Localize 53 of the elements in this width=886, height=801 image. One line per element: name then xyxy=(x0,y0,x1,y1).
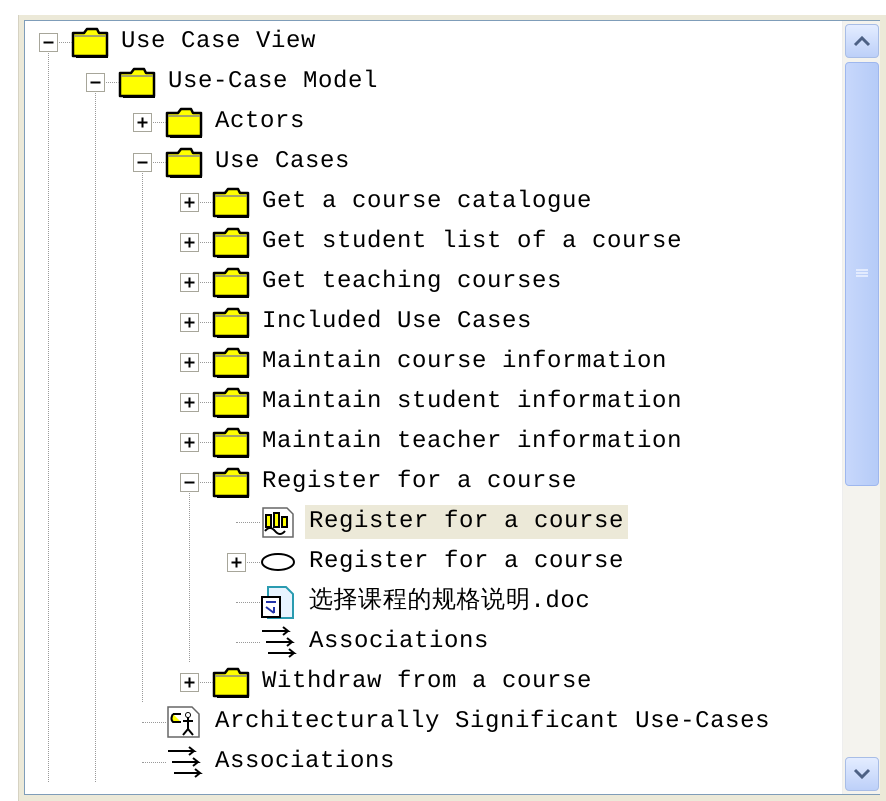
tree-item[interactable]: Actors xyxy=(211,105,310,139)
folder-icon xyxy=(70,25,110,59)
expand-icon[interactable] xyxy=(180,312,199,332)
tree-item[interactable]: Get teaching courses xyxy=(258,265,566,299)
chevron-down-icon xyxy=(852,768,870,780)
expand-icon[interactable] xyxy=(180,432,199,452)
scroll-thumb[interactable] xyxy=(844,62,878,486)
collapse-icon[interactable] xyxy=(180,472,199,492)
folder-icon xyxy=(211,385,251,419)
tree-item[interactable]: Included Use Cases xyxy=(258,305,536,339)
expand-icon[interactable] xyxy=(180,232,199,252)
scroll-down-button[interactable] xyxy=(844,757,878,791)
tree-item[interactable]: Get a course catalogue xyxy=(258,185,596,219)
tree-item[interactable]: Register for a course xyxy=(258,465,582,499)
scroll-up-button[interactable] xyxy=(844,24,878,58)
tree-item[interactable]: 选择课程的规格说明.doc xyxy=(305,585,594,619)
collapse-icon[interactable] xyxy=(86,72,105,92)
folder-icon xyxy=(211,265,251,299)
folder-icon xyxy=(211,225,251,259)
folder-icon xyxy=(211,345,251,379)
chevron-up-icon xyxy=(852,35,870,47)
tree-item[interactable]: Get student list of a course xyxy=(258,225,686,259)
folder-icon xyxy=(164,145,204,179)
folder-icon xyxy=(211,465,251,499)
expand-icon[interactable] xyxy=(180,272,199,292)
tree-item[interactable]: Use-Case Model xyxy=(164,65,382,99)
tree-item[interactable]: Use Case View xyxy=(117,25,320,59)
tree-item[interactable]: Use Cases xyxy=(211,145,354,179)
scrollbar[interactable] xyxy=(842,21,880,794)
grip-icon xyxy=(854,269,868,279)
folder-icon xyxy=(117,65,157,99)
expand-icon[interactable] xyxy=(180,352,199,372)
tree-item[interactable]: Maintain teacher information xyxy=(258,425,686,459)
tree-item[interactable]: Register for a course xyxy=(305,505,628,539)
folder-icon xyxy=(211,665,251,699)
expand-icon[interactable] xyxy=(227,552,246,572)
tree-item[interactable]: Associations xyxy=(305,625,494,659)
tree-item[interactable]: Maintain course information xyxy=(258,345,672,379)
tree-item[interactable]: Withdraw from a course xyxy=(258,665,596,699)
expand-icon[interactable] xyxy=(133,112,152,132)
folder-icon xyxy=(211,185,251,219)
folder-icon xyxy=(211,425,251,459)
folder-icon xyxy=(164,105,204,139)
folder-icon xyxy=(211,305,251,339)
expand-icon[interactable] xyxy=(180,192,199,212)
tree-item[interactable]: Maintain student information xyxy=(258,385,686,419)
collapse-icon[interactable] xyxy=(133,152,152,172)
tree-item[interactable]: Architecturally Significant Use-Cases xyxy=(211,705,774,739)
collapse-icon[interactable] xyxy=(39,32,58,52)
tree-item[interactable]: Associations xyxy=(211,745,400,779)
expand-icon[interactable] xyxy=(180,392,199,412)
tree-item[interactable]: Register for a course xyxy=(305,545,628,579)
expand-icon[interactable] xyxy=(180,672,199,692)
